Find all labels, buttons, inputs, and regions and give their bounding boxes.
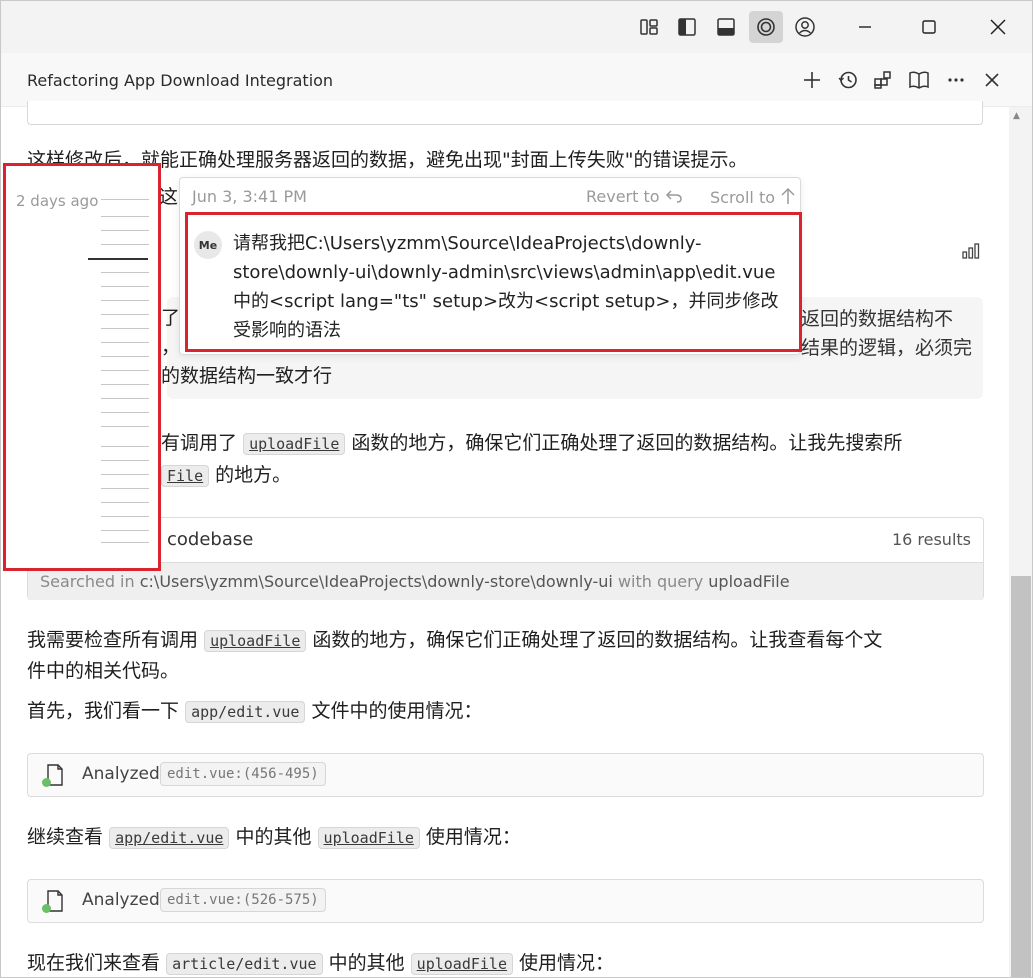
search-result-block[interactable]: codebase 16 results Searched in c:\Users…	[27, 517, 984, 600]
thinking-text: 了	[161, 307, 181, 329]
inline-code[interactable]: uploadFile	[410, 953, 513, 975]
new-chat-icon[interactable]	[799, 67, 825, 93]
history-icon[interactable]	[835, 67, 861, 93]
timeline-tick[interactable]	[101, 356, 149, 357]
timeline-tick[interactable]	[101, 370, 149, 371]
minimize-icon[interactable]	[839, 9, 891, 45]
message-paragraph: 件中的相关代码。	[27, 660, 180, 682]
timeline-tick[interactable]	[101, 516, 149, 517]
timeline-tick[interactable]	[101, 502, 149, 503]
analyzed-file-block[interactable]: Analyzed edit.vue:(456-495)	[27, 753, 984, 797]
extensions-icon[interactable]	[870, 67, 896, 93]
arrow-up-icon	[781, 187, 795, 204]
conversation-header: Refactoring App Download Integration	[1, 53, 1032, 107]
timeline-tick[interactable]	[101, 542, 149, 543]
message-date: Jun 3, 3:41 PM	[192, 187, 307, 206]
thinking-text: ，	[161, 336, 181, 358]
bar-chart-icon[interactable]	[959, 237, 985, 263]
timeline-tick[interactable]	[101, 530, 149, 531]
message-paragraph: File 的地方。	[161, 461, 561, 491]
title-bar	[1, 1, 1032, 53]
status-dot	[42, 778, 51, 787]
timeline-tick[interactable]	[101, 244, 149, 245]
file-location[interactable]: edit.vue:(456-495)	[160, 762, 326, 786]
timeline-tick[interactable]	[101, 412, 149, 413]
layout-grid-icon[interactable]	[632, 11, 666, 43]
search-result-header[interactable]: codebase 16 results	[28, 518, 983, 562]
message-paragraph: 首先，我们看一下 app/edit.vue 文件中的使用情况：	[27, 700, 483, 723]
timeline-tick[interactable]	[101, 384, 149, 385]
avatar: Me	[194, 231, 222, 259]
conversation-title: Refactoring App Download Integration	[27, 71, 334, 90]
message-paragraph: 继续查看 app/edit.vue 中的其他 uploadFile 使用情况：	[27, 826, 521, 849]
scroll-to-button[interactable]: Scroll to	[710, 187, 796, 207]
close-panel-icon[interactable]	[979, 67, 1005, 93]
search-result-count: 16 results	[891, 530, 971, 549]
timeline-date: 2 days ago	[16, 192, 99, 210]
message-paragraph: 我需要检查所有调用 uploadFile 函数的地方，确保它们正确处理了返回的数…	[27, 629, 883, 652]
scroll-up-arrow-icon[interactable]: ▲	[1013, 111, 1020, 121]
previous-block-edge	[27, 101, 983, 125]
timeline-tick[interactable]	[101, 474, 149, 475]
inline-code[interactable]: uploadFile	[204, 630, 307, 652]
timeline-tick[interactable]	[101, 314, 149, 315]
timeline-tick[interactable]	[101, 488, 149, 489]
inline-code[interactable]: uploadFile	[317, 827, 420, 849]
timeline-tick[interactable]	[101, 426, 149, 427]
timeline-tick[interactable]	[101, 342, 149, 343]
book-icon[interactable]	[906, 67, 932, 93]
user-message-text: 请帮我把C:\Users\yzmm\Source\IdeaProjects\do…	[233, 233, 779, 341]
timeline-tick[interactable]	[101, 328, 149, 329]
revert-icon	[665, 190, 682, 203]
message-paragraph: 这样修改后，就能正确处理服务器返回的数据，避免出现"封面上传失败"的错误提示。	[27, 149, 748, 171]
close-window-icon[interactable]	[972, 9, 1024, 45]
inline-code[interactable]: app/edit.vue	[185, 701, 306, 723]
timeline-tick[interactable]	[101, 460, 149, 461]
search-title: codebase	[167, 529, 254, 550]
toggle-panel-icon[interactable]	[709, 11, 743, 43]
file-location[interactable]: edit.vue:(526-575)	[160, 888, 326, 912]
message-paragraph: 现在我们来查看 article/edit.vue 中的其他 uploadFile…	[27, 952, 615, 975]
account-icon[interactable]	[788, 11, 822, 43]
timeline-tick[interactable]	[101, 230, 149, 231]
inline-code[interactable]: article/edit.vue	[166, 953, 323, 975]
timeline-tick[interactable]	[101, 216, 149, 217]
timeline-tick[interactable]	[101, 446, 149, 447]
status-dot	[42, 904, 51, 913]
toggle-sidebar-icon[interactable]	[670, 11, 704, 43]
analyzed-file-block[interactable]: Analyzed edit.vue:(526-575)	[27, 879, 984, 923]
thinking-text: 的数据结构一致才行	[161, 365, 333, 387]
timeline-tick-active[interactable]	[88, 258, 148, 260]
search-details: Searched in c:\Users\yzmm\Source\IdeaPro…	[28, 562, 983, 600]
timeline-tick[interactable]	[101, 398, 149, 399]
timeline-tick[interactable]	[101, 199, 149, 200]
timeline-tick[interactable]	[101, 272, 149, 273]
thinking-text: 结果的逻辑，必须完	[801, 337, 973, 359]
revert-to-button[interactable]: Revert to	[586, 187, 683, 206]
scrollbar-thumb[interactable]	[1011, 576, 1031, 977]
more-icon[interactable]	[943, 67, 969, 93]
analyzed-label: Analyzed	[82, 764, 160, 784]
inline-code[interactable]: File	[161, 465, 210, 487]
analyzed-label: Analyzed	[82, 890, 160, 910]
inline-code[interactable]: app/edit.vue	[109, 827, 230, 849]
timeline-tick[interactable]	[101, 286, 149, 287]
timeline-tick[interactable]	[101, 300, 149, 301]
assistant-icon[interactable]	[749, 11, 783, 43]
user-message-highlight[interactable]: Me 请帮我把C:\Users\yzmm\Source\IdeaProjects…	[185, 212, 802, 352]
maximize-icon[interactable]	[903, 9, 955, 45]
thinking-text: 返回的数据结构不	[801, 308, 954, 330]
app-window: Refactoring App Download Integration ▲ 这…	[0, 0, 1033, 978]
message-paragraph: 有调用了 uploadFile 函数的地方，确保它们正确处理了返回的数据结构。让…	[161, 432, 903, 455]
inline-code[interactable]: uploadFile	[243, 433, 346, 455]
conversation-timeline[interactable]: 2 days ago	[3, 163, 161, 571]
